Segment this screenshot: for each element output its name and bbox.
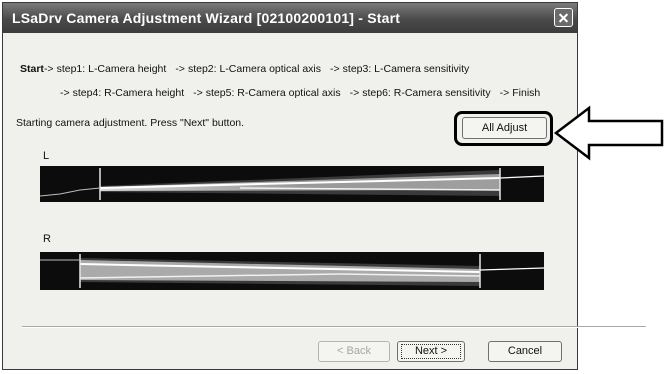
left-camera-label: L — [43, 150, 50, 162]
cancel-button[interactable]: Cancel — [488, 341, 562, 362]
back-button[interactable]: < Back — [318, 341, 390, 362]
footer-separator — [22, 326, 646, 328]
all-adjust-button[interactable]: All Adjust — [462, 117, 547, 139]
step-start: Start — [20, 63, 44, 75]
step-arrow: -> — [349, 87, 360, 99]
step-4: step4: R-Camera height — [72, 87, 185, 99]
title-bar[interactable]: LSaDrv Camera Adjustment Wizard [0210020… — [3, 3, 577, 33]
step-arrow: -> — [193, 87, 203, 99]
window-title: LSaDrv Camera Adjustment Wizard [0210020… — [12, 10, 401, 26]
step-arrow: -> — [43, 63, 54, 75]
arrow-left-callout-icon — [553, 105, 664, 161]
step-sequence-row-2: -> step4: R-Camera height -> step5: R-Camer… — [60, 87, 549, 99]
step-arrow: -> — [330, 63, 340, 75]
next-button[interactable]: Next > — [397, 341, 465, 362]
right-camera-label: R — [43, 233, 51, 245]
step-1: step1: L-Camera height — [56, 63, 167, 75]
step-2: step2: L-Camera optical axis — [187, 63, 322, 75]
close-icon[interactable] — [554, 8, 573, 27]
step-6: step6: R-Camera sensitivity — [362, 87, 491, 99]
step-sequence-row-1: Start-> step1: L-Camera height -> step2: L-… — [20, 63, 478, 75]
instruction-message: Starting camera adjustment. Press "Next"… — [16, 117, 245, 129]
step-arrow: -> — [499, 87, 510, 99]
step-arrow: -> — [60, 87, 70, 99]
step-5: step5: R-Camera optical axis — [205, 87, 341, 99]
right-camera-image — [40, 252, 544, 290]
step-arrow: -> — [175, 63, 185, 75]
step-3: step3: L-Camera sensitivity — [342, 63, 470, 75]
left-camera-image — [40, 166, 544, 202]
focus-rectangle — [401, 344, 461, 359]
step-finish: Finish — [512, 87, 541, 99]
